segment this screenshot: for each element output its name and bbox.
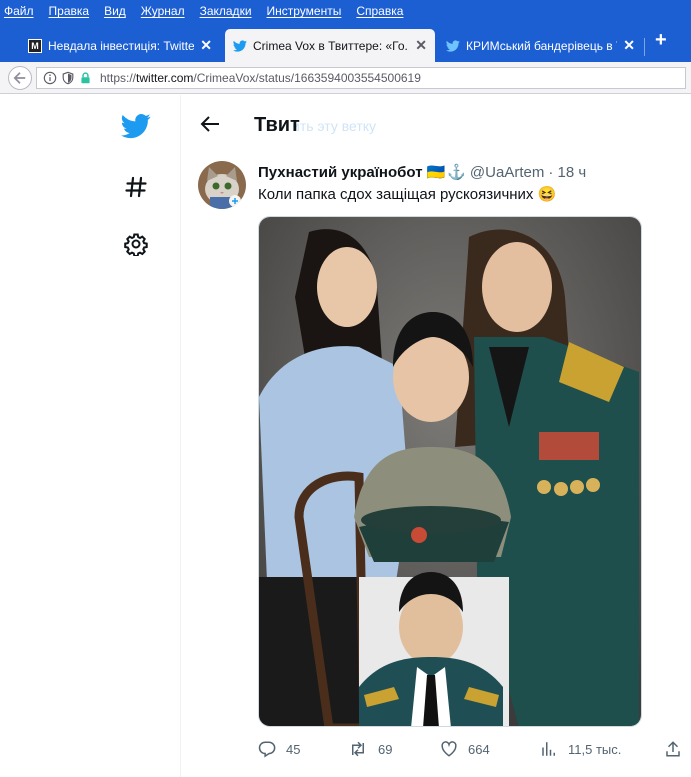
page-title: Твит — [254, 114, 300, 136]
twitter-favicon-icon — [446, 39, 460, 52]
tab-label: Невдала інвестиція: Twitter ... — [48, 38, 195, 53]
lock-icon[interactable] — [79, 71, 92, 85]
menu-file[interactable]: Файл — [4, 4, 34, 18]
anchor-emoji: ⚓ — [447, 164, 466, 181]
menu-history[interactable]: Журнал — [141, 4, 185, 18]
tab-invest[interactable]: M Невдала інвестиція: Twitter ... ✕ — [20, 29, 220, 62]
author-handle[interactable]: @UaArtem — [470, 164, 544, 181]
tab-bar: M Невдала інвестиція: Twitter ... ✕ Crim… — [0, 22, 691, 62]
menu-bar: Файл Правка Вид Журнал Закладки Инструме… — [0, 0, 691, 22]
tweet-text: Коли папка сдох защіщая рускоязичних 😆 — [258, 186, 557, 203]
tweet-actions: 45 69 664 11,5 тыс. — [258, 740, 688, 762]
retweet-count: 69 — [378, 741, 393, 757]
url-domain: twitter.com — [136, 71, 194, 85]
tweet-page-header: ить эту ветку Твит — [182, 95, 691, 153]
tweet-time[interactable]: · 18 ч — [548, 164, 586, 181]
tweet-author-line: Пухнастий українобот 🇺🇦 ⚓ @UaArtem · 18 … — [258, 163, 586, 182]
views-button[interactable]: 11,5 тыс. — [540, 740, 621, 758]
navigation-bar: https://twitter.com/CrimeaVox/status/166… — [0, 62, 691, 94]
new-tab-button[interactable]: + — [655, 29, 667, 52]
tab-label: КРИМський бандерівець в Т... — [466, 38, 618, 53]
twitter-favicon-icon — [233, 39, 247, 52]
views-chart-icon — [542, 742, 555, 756]
shield-icon[interactable] — [61, 71, 75, 85]
close-tab-icon[interactable]: ✕ — [623, 37, 635, 54]
retweet-icon — [352, 741, 364, 757]
ukraine-flag-emoji: 🇺🇦 — [426, 164, 446, 181]
menu-view[interactable]: Вид — [104, 4, 126, 18]
arrow-left-icon — [200, 116, 219, 132]
reply-count: 45 — [286, 741, 301, 757]
twitter-logo-icon[interactable] — [121, 113, 151, 139]
retweet-button[interactable]: 69 — [348, 740, 392, 758]
share-button[interactable] — [664, 740, 682, 758]
reply-button[interactable]: 45 — [258, 740, 300, 758]
like-button[interactable]: 664 — [440, 740, 490, 758]
header-overlay-text: ить эту ветку — [292, 118, 377, 134]
avatar[interactable] — [198, 161, 246, 209]
explore-hashtag-icon[interactable] — [124, 175, 148, 199]
url-bar[interactable]: https://twitter.com/CrimeaVox/status/166… — [36, 67, 686, 89]
like-count: 664 — [468, 741, 490, 757]
arrow-left-icon — [13, 71, 26, 84]
url-prefix: https:// — [100, 71, 137, 85]
back-button[interactable] — [200, 115, 220, 138]
info-icon[interactable] — [43, 71, 57, 85]
close-tab-icon[interactable]: ✕ — [200, 37, 212, 54]
url-text: https://twitter.com/CrimeaVox/status/166… — [100, 71, 421, 85]
share-icon — [666, 741, 680, 757]
heart-icon — [441, 741, 457, 757]
m-favicon-icon: M — [28, 38, 42, 53]
tab-krym[interactable]: КРИМський бандерівець в Т... ✕ — [438, 29, 643, 62]
menu-bookmarks[interactable]: Закладки — [200, 4, 252, 18]
views-count: 11,5 тыс. — [568, 741, 622, 757]
menu-tools[interactable]: Инструменты — [267, 4, 342, 18]
close-tab-icon[interactable]: ✕ — [415, 37, 427, 54]
menu-help[interactable]: Справка — [356, 4, 403, 18]
left-navigation — [0, 95, 181, 777]
author-name[interactable]: Пухнастий українобот — [258, 164, 423, 181]
reply-icon — [258, 741, 276, 758]
tab-label: Crimea Vox в Твиттере: «Го... — [253, 38, 410, 53]
browser-back-button[interactable] — [8, 65, 32, 90]
menu-edit[interactable]: Правка — [49, 4, 90, 18]
family-portrait-photo — [259, 217, 641, 726]
settings-gear-icon[interactable] — [124, 232, 148, 256]
tab-crimeavox[interactable]: Crimea Vox в Твиттере: «Го... ✕ — [225, 29, 435, 62]
tab-divider — [644, 38, 645, 56]
url-path: /CrimeaVox/status/1663594003554500619 — [193, 71, 421, 85]
tweet-photo[interactable] — [258, 216, 642, 727]
